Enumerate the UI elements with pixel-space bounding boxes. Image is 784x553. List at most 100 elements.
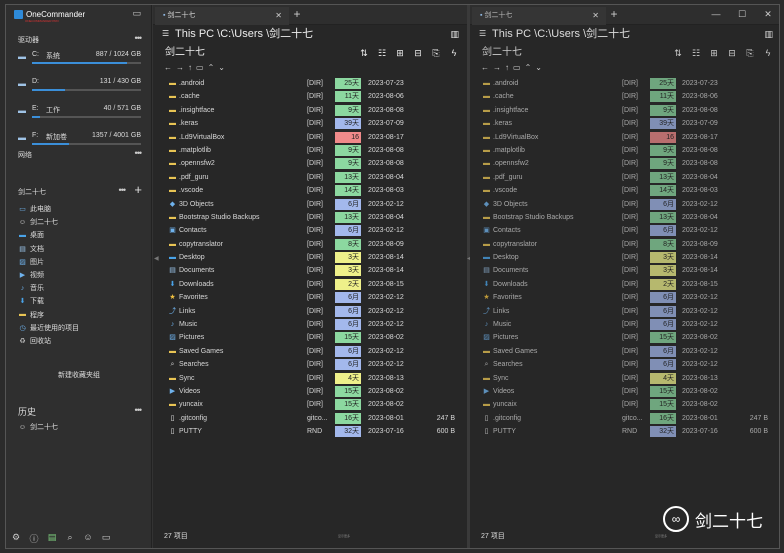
close-tab-icon[interactable]: ✕: [592, 7, 599, 25]
file-row[interactable]: ♪ Music [DIR] 6月 2023-02-12: [153, 318, 467, 331]
clipboard-icon[interactable]: ⎘: [743, 45, 757, 61]
settings-icon[interactable]: ⚙: [10, 532, 22, 545]
new-item-icon[interactable]: ⊞: [393, 45, 407, 61]
left-path-text[interactable]: This PC \C:\Users \剑二十七: [175, 28, 313, 40]
file-row[interactable]: ▬ .keras [DIR] 39天 2023-07-09: [153, 117, 467, 130]
lightning-icon[interactable]: ϟ: [761, 45, 775, 61]
right-path-bar[interactable]: ☰ This PC \C:\Users \剑二十七 ▥: [470, 25, 779, 43]
search-icon[interactable]: ⌕: [64, 532, 76, 545]
file-row[interactable]: ▤ Documents [DIR] 3天 2023-08-14: [153, 264, 467, 277]
file-row[interactable]: ▬ copytranslator [DIR] 8天 2023-08-09: [153, 238, 467, 251]
file-row[interactable]: ▬ Desktop [DIR] 3天 2023-08-14: [470, 251, 779, 264]
add-tab-icon[interactable]: +: [607, 5, 621, 24]
drive-item[interactable]: ▬ E: 工作 40 / 571 GB: [18, 103, 144, 125]
file-row[interactable]: ▬ Sync [DIR] 4天 2023-08-13: [470, 372, 779, 385]
sidebar-item[interactable]: ⬇ 下载: [18, 295, 138, 307]
add-tab-icon[interactable]: +: [290, 5, 304, 24]
file-row[interactable]: ▬ Bootstrap Studio Backups [DIR] 13天 2023-08…: [153, 211, 467, 224]
account-icon[interactable]: ☺: [82, 532, 94, 545]
file-row[interactable]: ⌕ Searches [DIR] 6月 2023-02-12: [470, 358, 779, 371]
lightning-icon[interactable]: ϟ: [447, 45, 461, 61]
sidebar-item[interactable]: ▭ 此电脑: [18, 203, 138, 215]
file-row[interactable]: ▣ Contacts [DIR] 6月 2023-02-12: [470, 224, 779, 237]
file-row[interactable]: ▬ .vscode [DIR] 14天 2023-08-03: [153, 184, 467, 197]
drive-item[interactable]: ▬ C: 系统 887 / 1024 GB: [18, 49, 144, 71]
folder-open-icon[interactable]: ▭: [513, 63, 521, 72]
network-more-button[interactable]: •••: [135, 148, 143, 158]
file-row[interactable]: ▶ Videos [DIR] 15天 2023-08-02: [153, 385, 467, 398]
file-row[interactable]: ▬ .keras [DIR] 39天 2023-07-09: [470, 117, 779, 130]
file-row[interactable]: ◆ 3D Objects [DIR] 6月 2023-02-12: [470, 198, 779, 211]
history-more-button[interactable]: •••: [135, 405, 143, 415]
file-row[interactable]: ▬ .pdf_guru [DIR] 13天 2023-08-04: [153, 171, 467, 184]
add-favorite-icon[interactable]: +: [134, 183, 142, 196]
file-row[interactable]: ▬ .opennsfw2 [DIR] 9天 2023-08-08: [153, 157, 467, 170]
file-row[interactable]: ▬ Saved Games [DIR] 6月 2023-02-12: [470, 345, 779, 358]
file-row[interactable]: ▬ Desktop [DIR] 3天 2023-08-14: [153, 251, 467, 264]
collapse-icon[interactable]: ⌃: [525, 63, 532, 72]
file-row[interactable]: ⬇ Downloads [DIR] 2天 2023-08-15: [153, 278, 467, 291]
file-row[interactable]: ▬ .matplotlib [DIR] 9天 2023-08-08: [470, 144, 779, 157]
file-row[interactable]: ▬ .opennsfw2 [DIR] 9天 2023-08-08: [470, 157, 779, 170]
file-row[interactable]: ⤴ Links [DIR] 6月 2023-02-12: [153, 305, 467, 318]
sidebar-item[interactable]: ♻ 回收站: [18, 335, 138, 347]
sidebar-item[interactable]: ▬ 程序: [18, 309, 138, 321]
file-row[interactable]: ▯ PUTTY RND 32天 2023-07-16 600 B: [153, 425, 467, 438]
file-row[interactable]: ▬ Saved Games [DIR] 6月 2023-02-12: [153, 345, 467, 358]
view-list-icon[interactable]: ☷: [375, 45, 389, 61]
sidebar-item[interactable]: ▬ 桌面: [18, 229, 138, 241]
monitor-layout-icon[interactable]: ▭: [132, 9, 141, 18]
sidebar-item[interactable]: ◷ 最近使用的项目: [18, 322, 138, 334]
sort-icon[interactable]: ⇅: [671, 45, 685, 61]
view-list-icon[interactable]: ☷: [689, 45, 703, 61]
scroll-left-icon[interactable]: ◀: [154, 255, 159, 262]
close-window-icon[interactable]: ✕: [755, 5, 779, 23]
back-icon[interactable]: ←: [481, 63, 489, 72]
file-row[interactable]: ▬ .vscode [DIR] 14天 2023-08-03: [470, 184, 779, 197]
file-row[interactable]: ⌕ Searches [DIR] 6月 2023-02-12: [153, 358, 467, 371]
file-row[interactable]: ▬ .Ld9VirtualBox [DIR] 16 2023-08-17: [153, 131, 467, 144]
expand-icon[interactable]: ⌄: [535, 63, 542, 72]
file-row[interactable]: ◆ 3D Objects [DIR] 6月 2023-02-12: [153, 198, 467, 211]
file-row[interactable]: ▬ copytranslator [DIR] 8天 2023-08-09: [470, 238, 779, 251]
up-icon[interactable]: ↑: [188, 63, 192, 72]
file-row[interactable]: ★ Favorites [DIR] 6月 2023-02-12: [153, 291, 467, 304]
left-tab[interactable]: ▪ 剑二十七 ✕: [155, 7, 289, 25]
file-row[interactable]: ▨ Pictures [DIR] 15天 2023-08-02: [470, 331, 779, 344]
left-path-bar[interactable]: ☰ This PC \C:\Users \剑二十七 ▥: [153, 25, 467, 43]
sidebar-item[interactable]: ▤ 文档: [18, 243, 138, 255]
file-row[interactable]: ⤴ Links [DIR] 6月 2023-02-12: [470, 305, 779, 318]
collapse-icon[interactable]: ⌃: [208, 63, 215, 72]
grid-icon[interactable]: ⊟: [725, 45, 739, 61]
file-row[interactable]: ▬ .cache [DIR] 11天 2023-08-06: [153, 90, 467, 103]
file-row[interactable]: ▬ .Ld9VirtualBox [DIR] 16 2023-08-17: [470, 131, 779, 144]
up-icon[interactable]: ↑: [505, 63, 509, 72]
maximize-icon[interactable]: ☐: [729, 5, 755, 23]
drive-item[interactable]: ▬ F: 新加卷 1357 / 4001 GB: [18, 130, 144, 152]
drives-more-button[interactable]: •••: [135, 33, 143, 43]
file-row[interactable]: ▬ yuncaix [DIR] 15天 2023-08-02: [153, 398, 467, 411]
new-item-icon[interactable]: ⊞: [707, 45, 721, 61]
file-row[interactable]: ▬ Bootstrap Studio Backups [DIR] 13天 2023-08…: [470, 211, 779, 224]
file-row[interactable]: ▬ .android [DIR] 25天 2023-07-23: [470, 77, 779, 90]
file-row[interactable]: ▬ .cache [DIR] 11天 2023-08-06: [470, 90, 779, 103]
file-row[interactable]: ⬇ Downloads [DIR] 2天 2023-08-15: [470, 278, 779, 291]
sort-icon[interactable]: ⇅: [357, 45, 371, 61]
folder-open-icon[interactable]: ▭: [196, 63, 204, 72]
drive-item[interactable]: ▬ D: 131 / 430 GB: [18, 76, 144, 98]
sidebar-item[interactable]: ♪ 音乐: [18, 282, 138, 294]
file-row[interactable]: ★ Favorites [DIR] 6月 2023-02-12: [470, 291, 779, 304]
new-favorite-group-button[interactable]: 新建收藏夹组: [18, 367, 140, 385]
file-row[interactable]: ▯ PUTTY RND 32天 2023-07-16 600 B: [470, 425, 779, 438]
favorites-more-button[interactable]: •••: [119, 185, 127, 195]
sidebar-item[interactable]: ☺ 剑二十七: [18, 216, 138, 228]
clipboard-icon[interactable]: ⎘: [429, 45, 443, 61]
panel-layout-icon[interactable]: ▤: [46, 532, 58, 545]
expand-icon[interactable]: ⌄: [218, 63, 225, 72]
menu-icon[interactable]: ☰: [162, 25, 169, 43]
file-row[interactable]: ▯ .gitconfig gitco... 16天 2023-08-01 247 B: [470, 412, 779, 425]
file-row[interactable]: ▨ Pictures [DIR] 15天 2023-08-02: [153, 331, 467, 344]
file-row[interactable]: ▬ .pdf_guru [DIR] 13天 2023-08-04: [470, 171, 779, 184]
sidebar-item[interactable]: ▨ 图片: [18, 256, 138, 268]
back-icon[interactable]: ←: [164, 63, 172, 72]
